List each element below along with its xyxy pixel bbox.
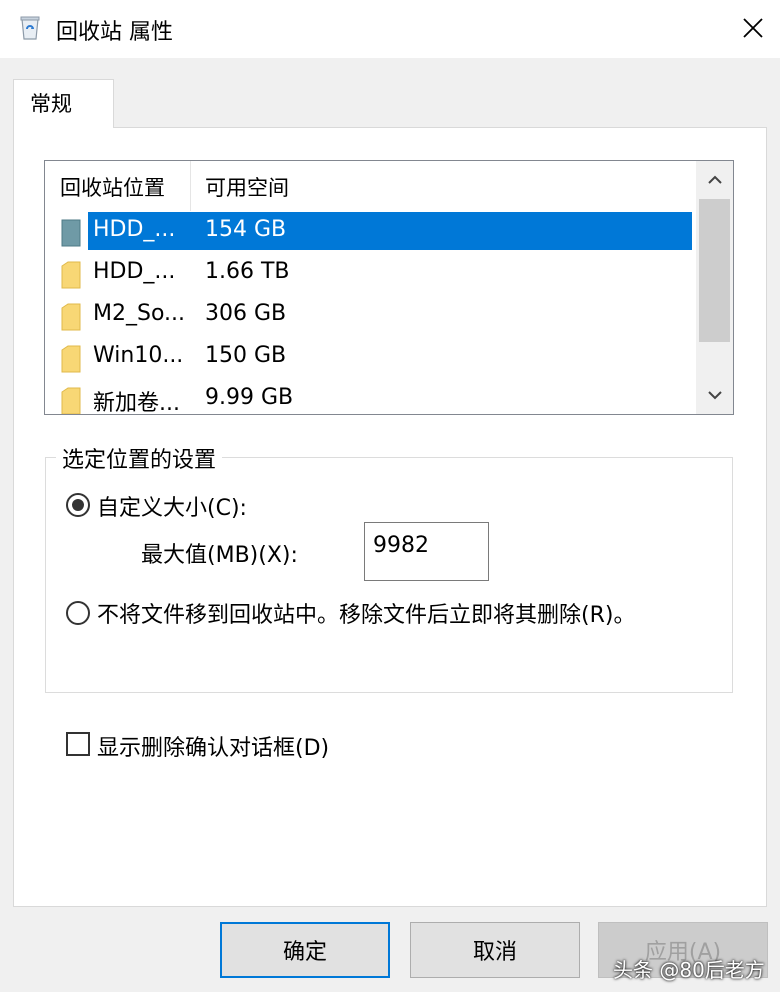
free-space: 306 GB [205,301,287,326]
free-space: 1.66 TB [205,259,290,284]
list-item[interactable]: HDD_... 154 GB [45,211,695,251]
list-item[interactable]: M2_So... 306 GB [45,295,695,335]
ok-button[interactable]: 确定 [220,922,390,978]
list-item[interactable]: HDD_... 1.66 TB [45,253,695,293]
watermark: 头条 @80后老方 [613,958,765,982]
column-header-free-space[interactable]: 可用空间 [205,172,289,202]
drive-icon [61,219,81,247]
close-icon [743,18,763,38]
delete-immediately-label[interactable]: 不将文件移到回收站中。移除文件后立即将其删除(R)。 [97,597,635,629]
list-header: 回收站位置 可用空间 [45,161,695,211]
scrollbar-thumb[interactable] [699,199,730,342]
window-title: 回收站 属性 [56,20,173,45]
groupbox-title: 选定位置的设置 [56,442,223,474]
confirm-delete-checkbox[interactable] [66,732,90,756]
scroll-up-button[interactable] [696,161,733,199]
free-space: 154 GB [205,217,287,242]
cancel-button[interactable]: 取消 [410,922,580,978]
max-size-label: 最大值(MB)(X): [141,543,298,568]
title-bar: 回收站 属性 [0,0,780,58]
location-name: HDD_... [93,259,176,284]
location-name: Win10... [93,343,184,368]
location-name: 新加卷... [93,391,180,415]
chevron-down-icon [707,391,722,400]
custom-size-label[interactable]: 自定义大小(C): [97,490,247,522]
folder-icon [61,261,81,289]
recycle-bin-icon [18,15,42,41]
column-header-location[interactable]: 回收站位置 [60,172,165,202]
column-divider[interactable] [190,161,191,211]
chevron-up-icon [707,175,722,184]
list-item[interactable]: Win10... 150 GB [45,337,695,377]
confirm-delete-label[interactable]: 显示删除确认对话框(D) [97,730,329,762]
folder-icon [61,345,81,373]
folder-icon [61,387,81,414]
free-space: 9.99 GB [205,385,294,410]
location-name: HDD_... [93,217,176,242]
free-space: 150 GB [205,343,287,368]
list-item[interactable]: 新加卷... 9.99 GB [45,379,695,415]
scroll-down-button[interactable] [696,376,733,414]
max-size-value: 9982 [373,533,429,558]
tab-general[interactable]: 常规 [13,79,114,128]
close-button[interactable] [730,6,776,50]
max-size-input[interactable]: 9982 [364,522,489,581]
delete-immediately-radio[interactable] [66,601,90,625]
custom-size-radio[interactable] [66,493,90,517]
vertical-scrollbar[interactable] [696,161,733,414]
location-name: M2_So... [93,301,185,326]
tab-label: 常规 [30,92,72,116]
folder-icon [61,303,81,331]
recycle-location-list[interactable]: 回收站位置 可用空间 HDD_... 154 GB HDD_... 1.66 T… [44,160,734,415]
